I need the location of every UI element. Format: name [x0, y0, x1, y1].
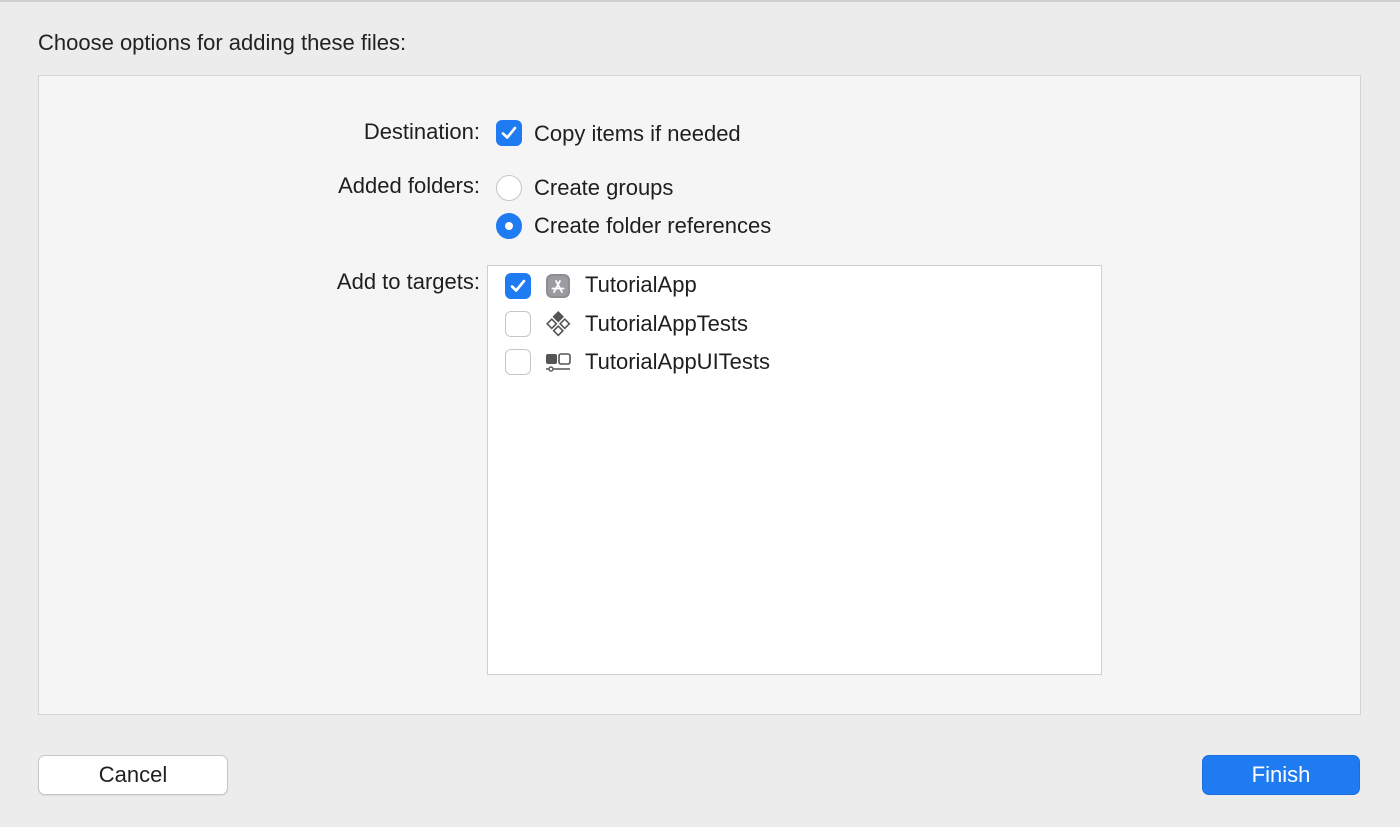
add-to-targets-label: Add to targets:: [336, 269, 480, 294]
ui-test-icon: [546, 353, 571, 372]
destination-label: Destination:: [363, 119, 480, 144]
create-folder-references-label[interactable]: Create folder references: [534, 213, 771, 239]
target-checkbox-tutorialappuitests[interactable]: [505, 349, 531, 375]
target-label-tutorialapptests[interactable]: TutorialAppTests: [585, 311, 748, 337]
create-folder-references-radio[interactable]: [496, 213, 522, 239]
targets-list[interactable]: [487, 265, 1102, 675]
unit-test-icon: [546, 311, 571, 337]
added-folders-label: Added folders:: [338, 173, 480, 198]
copy-items-checkbox[interactable]: [496, 120, 522, 146]
add-files-dialog: Choose options for adding these files: D…: [0, 0, 1400, 827]
checkmark-icon: [510, 279, 526, 292]
copy-items-label[interactable]: Copy items if needed: [534, 121, 741, 147]
target-checkbox-tutorialapp[interactable]: [505, 273, 531, 299]
target-label-tutorialappuitests[interactable]: TutorialAppUITests: [585, 349, 770, 375]
checkmark-icon: [501, 126, 517, 139]
create-groups-label[interactable]: Create groups: [534, 175, 673, 201]
app-store-icon: [546, 274, 570, 298]
create-groups-radio[interactable]: [496, 175, 522, 201]
target-label-tutorialapp[interactable]: TutorialApp: [585, 272, 697, 298]
cancel-button[interactable]: Cancel: [38, 755, 228, 795]
finish-button[interactable]: Finish: [1202, 755, 1360, 795]
target-checkbox-tutorialapptests[interactable]: [505, 311, 531, 337]
dialog-title: Choose options for adding these files:: [38, 30, 407, 55]
